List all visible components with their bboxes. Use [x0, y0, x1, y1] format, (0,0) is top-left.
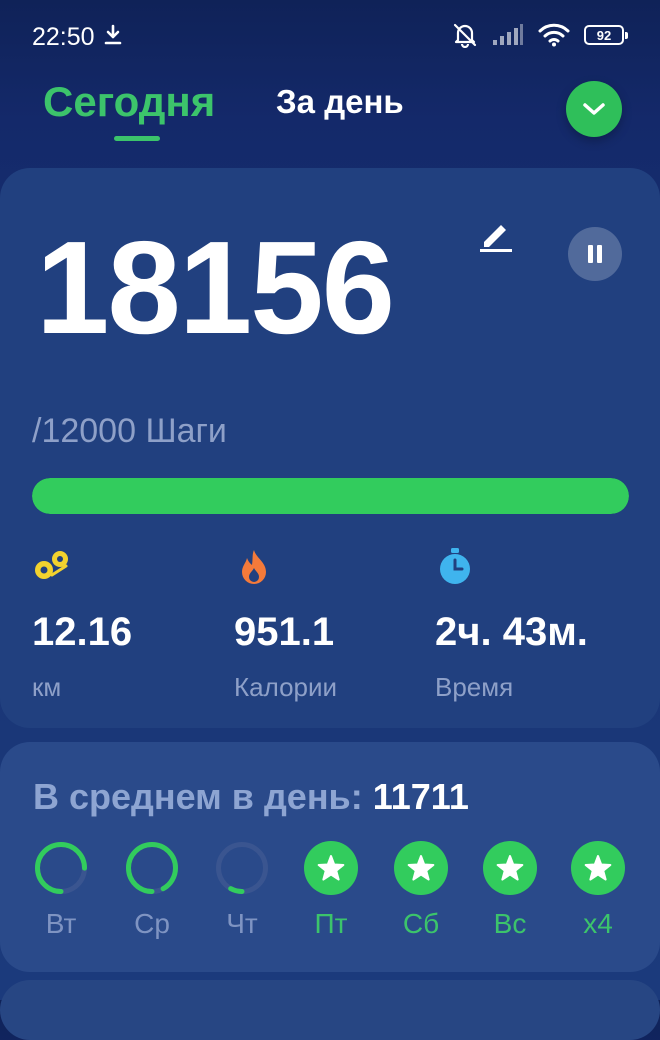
day-indicator[interactable]: x4	[570, 840, 626, 939]
stat-distance: 12.16 км	[32, 546, 132, 702]
star-icon	[394, 841, 448, 895]
day-label: Чт	[226, 908, 258, 939]
chevron-down-icon	[583, 103, 605, 115]
progress-ring	[216, 842, 268, 894]
mute-bell-icon	[453, 23, 477, 48]
day-label: x4	[583, 908, 613, 939]
distance-icon	[35, 551, 68, 579]
day-indicator[interactable]: Сб	[393, 840, 449, 939]
star-icon	[571, 841, 625, 895]
step-progress-fill	[32, 478, 629, 514]
progress-ring	[35, 842, 87, 894]
tab-today-indicator	[114, 136, 160, 141]
expand-button[interactable]	[566, 81, 622, 137]
time-label: Время	[435, 672, 514, 702]
average-value: 11711	[372, 776, 469, 817]
distance-label: км	[32, 672, 62, 702]
star-icon	[483, 841, 537, 895]
average-label: В среднем в день:	[33, 776, 363, 817]
day-indicator[interactable]: Ср	[124, 840, 180, 939]
day-indicator[interactable]: Пт	[303, 840, 359, 939]
step-progress-bar	[32, 478, 629, 514]
pause-icon	[588, 245, 602, 263]
edit-icon[interactable]	[478, 220, 514, 252]
pause-button[interactable]	[568, 227, 622, 281]
day-label: Сб	[402, 908, 440, 939]
calories-value: 951.1	[234, 610, 335, 654]
step-goal: /12000 Шаги	[32, 412, 227, 450]
tab-day[interactable]: За день	[276, 83, 404, 121]
progress-ring	[126, 842, 178, 894]
battery-level: 92	[596, 27, 612, 43]
distance-value: 12.16	[32, 610, 133, 654]
day-label: Ср	[134, 908, 170, 939]
average-card: В среднем в день: 11711 Вт Ср Чт Пт Сб Вс x4	[0, 742, 660, 972]
next-card	[0, 980, 660, 1040]
day-indicator[interactable]: Чт	[214, 840, 270, 939]
stopwatch-icon	[440, 548, 470, 584]
time-value: 2ч. 43м.	[435, 610, 588, 654]
stat-time: 2ч. 43м. Время	[435, 546, 588, 702]
status-time: 22:50	[32, 23, 95, 51]
tab-today[interactable]: Сегодня	[43, 78, 215, 126]
day-indicator[interactable]: Вс	[482, 840, 538, 939]
flame-icon	[242, 550, 266, 584]
day-indicator[interactable]: Вт	[33, 840, 89, 939]
status-bar: 22:50 92	[0, 0, 660, 70]
download-icon	[104, 24, 122, 45]
steps-card: 18156 /12000 Шаги 12.16 км 951.1 Калории	[0, 168, 660, 728]
average-title: В среднем в день: 11711	[33, 776, 469, 818]
day-label: Пт	[314, 908, 348, 939]
step-count: 18156	[36, 214, 395, 361]
signal-icon	[493, 24, 523, 45]
wifi-icon	[538, 23, 570, 47]
battery-icon: 92	[584, 25, 628, 45]
day-label: Вс	[493, 908, 527, 939]
stat-calories: 951.1 Калории	[234, 546, 337, 702]
calories-label: Калории	[234, 672, 338, 702]
day-label: Вт	[45, 908, 77, 939]
star-icon	[304, 841, 358, 895]
